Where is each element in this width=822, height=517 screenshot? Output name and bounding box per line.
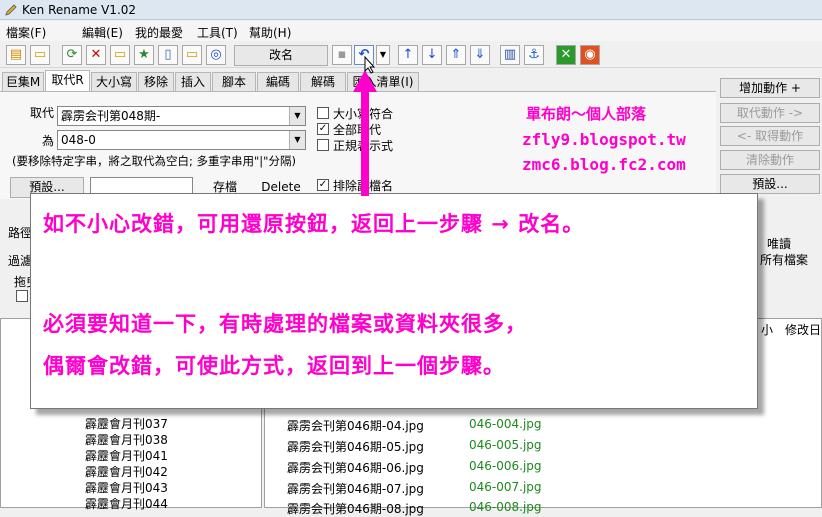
with-label: 為 (42, 134, 55, 148)
move-bottom-icon[interactable]: ⇓ (470, 45, 490, 65)
document-icon[interactable]: ▯ (158, 45, 178, 65)
replace-label: 取代 (30, 106, 55, 120)
replace-field[interactable]: 霹雳会刊第048期- ▼ (57, 106, 306, 126)
preset-action-button[interactable]: 預設... (720, 174, 820, 194)
folder-view-icon[interactable]: ▭ (182, 45, 202, 65)
file-new-name: 046-008.jpg (469, 500, 542, 514)
columns-icon[interactable]: ▥ (500, 45, 520, 65)
blog-url-2: zmc6.blog.fc2.com (522, 155, 686, 174)
file-new-name: 046-004.jpg (469, 417, 542, 431)
tab-replace[interactable]: 取代R (45, 70, 90, 92)
tree-item[interactable]: 霹靂會月刊037 (85, 415, 168, 432)
add-action-button[interactable]: 增加動作 + (720, 78, 820, 98)
tree-item[interactable]: 霹靂會月刊038 (85, 431, 168, 448)
path-label: 路徑 (8, 226, 33, 240)
arrow-up-icon[interactable]: ↑ (398, 45, 418, 65)
callout-line-1: 如不小心改錯，可用還原按鈕，返回上一步驟 → 改名。 (43, 212, 585, 236)
open-folder-icon[interactable]: ▭ (30, 45, 50, 65)
excel-icon[interactable]: ✕ (556, 45, 576, 65)
chevron-down-icon[interactable]: ▼ (289, 131, 305, 149)
blog-watermark: 單布朗～個人部落 zfly9.blogspot.tw zmc6.blog.fc2… (522, 103, 712, 180)
anchor-icon[interactable]: ⚓ (524, 45, 544, 65)
exclude-ext-checkbox[interactable]: ✓ (317, 179, 329, 191)
chevron-down-icon[interactable]: ▼ (376, 45, 390, 65)
menu-help[interactable]: 幫助(H) (249, 24, 291, 41)
menu-file[interactable]: 檔案(F) (6, 24, 46, 41)
file-new-name: 046-007.jpg (469, 480, 542, 494)
move-top-icon[interactable]: ⇑ (446, 45, 466, 65)
disabled-tool-icon: ▪ (332, 45, 352, 65)
chevron-down-icon[interactable]: ▼ (289, 107, 305, 125)
with-value: 048-0 (61, 133, 96, 147)
menu-bar: 檔案(F) 編輯(E) 我的最愛 工具(T) 幫助(H) (0, 21, 822, 41)
callout-line-3: 偶爾會改錯，可使此方式，返回到上一個步驟。 (43, 354, 505, 378)
file-name[interactable]: 霹雳会刊第046期-06.jpg (287, 459, 424, 476)
file-new-name: 046-005.jpg (469, 438, 542, 452)
menu-tools[interactable]: 工具(T) (197, 24, 238, 41)
readonly-label: 唯讀 (767, 237, 792, 251)
column-size[interactable]: 小 (761, 321, 773, 338)
tab-insert[interactable]: 插入 (175, 72, 211, 91)
cancel-action-button[interactable]: 取代動作 -> (720, 103, 820, 123)
power-icon[interactable]: ◉ (580, 45, 600, 65)
arrow-down-icon[interactable]: ↓ (422, 45, 442, 65)
clear-action-button[interactable]: 清除動作 (720, 150, 820, 170)
mouse-cursor-icon (364, 56, 376, 74)
circle-icon[interactable]: ◎ (206, 45, 226, 65)
pencil-icon (5, 4, 17, 16)
blog-url-1: zfly9.blogspot.tw (522, 130, 686, 149)
file-name[interactable]: 霹雳会刊第046期-04.jpg (287, 417, 424, 434)
blog-title: 單布朗～個人部落 (526, 105, 647, 123)
drag-checkbox[interactable] (16, 290, 28, 302)
file-name[interactable]: 霹雳会刊第046期-08.jpg (287, 500, 424, 517)
tab-macro[interactable]: 巨集M (2, 72, 44, 91)
refresh-icon[interactable]: ⟳ (62, 45, 82, 65)
column-modified[interactable]: 修改日 (785, 321, 821, 338)
with-field[interactable]: 048-0 ▼ (57, 130, 306, 150)
tab-decode[interactable]: 解碼 (300, 72, 346, 91)
tree-item[interactable]: 霹靂會月刊041 (85, 447, 168, 464)
tree-item[interactable]: 霹靂會月刊042 (85, 463, 168, 480)
case-match-checkbox[interactable] (317, 107, 329, 119)
filter-label: 過濾 (8, 254, 33, 268)
delete-icon[interactable]: ✕ (86, 45, 106, 65)
file-name[interactable]: 霹雳会刊第046期-05.jpg (287, 438, 424, 455)
new-icon[interactable]: ▤ (6, 45, 26, 65)
file-name[interactable]: 霹雳会刊第046期-07.jpg (287, 480, 424, 497)
action-column: 增加動作 + 取代動作 -> <- 取得動作 清除動作 預設... (718, 70, 822, 200)
toolbar: ▤ ▭ ⟳ ✕ ▭ ★ ▯ ▭ ◎ 改名 ▪ ↶ ▼ ↑ ↓ ⇑ ⇓ ▥ ⚓ ✕… (0, 42, 822, 68)
tree-item[interactable]: 霹靂會月刊044 (85, 495, 168, 512)
replace-value: 霹雳会刊第048期- (61, 109, 161, 123)
hint-text: (要移除特定字串，將之取代為空白; 多重字串用"|"分隔) (12, 154, 296, 168)
all-files-label: 所有檔案 (760, 253, 809, 267)
replace-all-checkbox[interactable]: ✓ (317, 123, 329, 135)
rename-button[interactable]: 改名 (234, 45, 328, 66)
tab-encode[interactable]: 編碼 (257, 72, 299, 91)
tip-callout: 如不小心改錯，可用還原按鈕，返回上一步驟 → 改名。 必須要知道一下，有時處理的… (30, 193, 758, 409)
tab-script[interactable]: 腳本 (212, 72, 256, 91)
pointer-arrow-icon (353, 70, 377, 196)
favorite-star-icon[interactable]: ★ (134, 45, 154, 65)
tab-case[interactable]: 大小寫 (91, 72, 137, 91)
title-bar: Ken Rename V1.02 (0, 0, 822, 20)
callout-line-2: 必須要知道一下，有時處理的檔案或資料夾很多， (43, 312, 527, 336)
tree-item[interactable]: 霹靂會月刊043 (85, 479, 168, 496)
file-new-name: 046-006.jpg (469, 459, 542, 473)
menu-favorites[interactable]: 我的最愛 (135, 24, 183, 41)
tab-remove[interactable]: 移除 (138, 72, 174, 91)
menu-edit[interactable]: 編輯(E) (82, 24, 123, 41)
folder-icon[interactable]: ▭ (110, 45, 130, 65)
retrieve-action-button[interactable]: <- 取得動作 (720, 126, 820, 146)
regex-checkbox[interactable] (317, 139, 329, 151)
window-title: Ken Rename V1.02 (22, 3, 137, 17)
